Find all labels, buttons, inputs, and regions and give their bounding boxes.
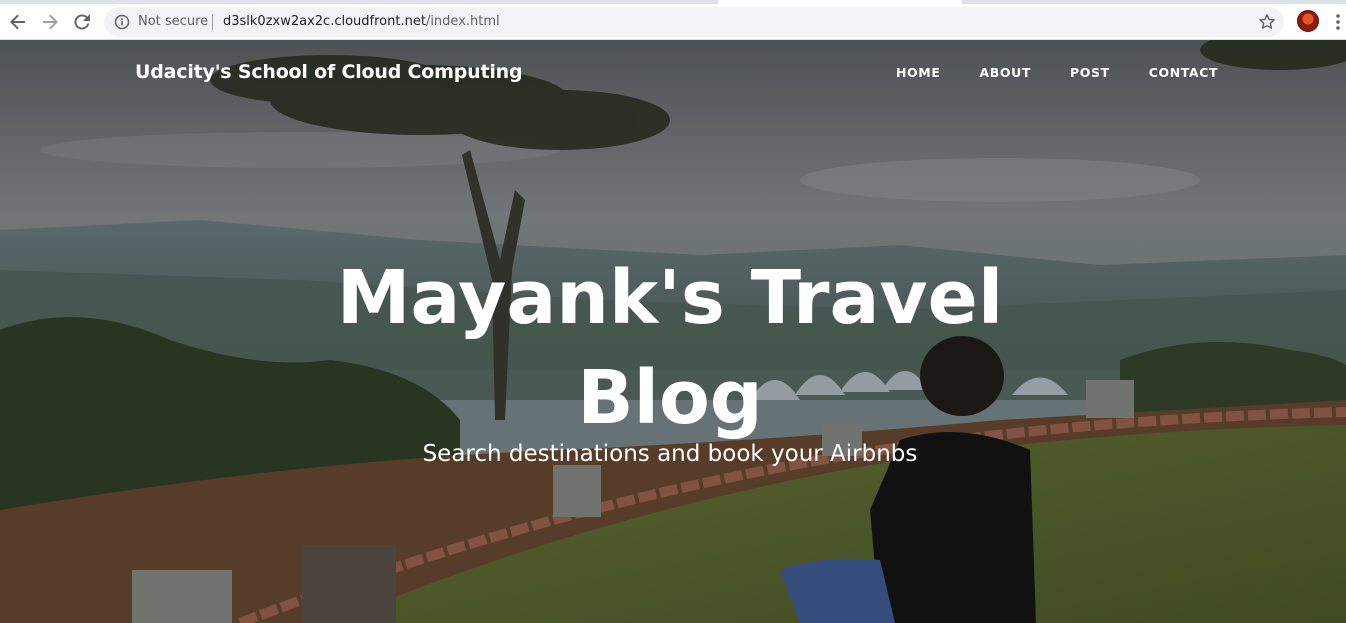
nav-about-link[interactable]: ABOUT <box>979 65 1031 80</box>
main-nav: HOME ABOUT POST CONTACT <box>896 65 1218 80</box>
security-label[interactable]: Not secure <box>138 14 208 29</box>
url-text[interactable]: d3slk0zxw2ax2c.cloudfront.net/index.html <box>223 14 500 29</box>
hero-title-line-2: Blog <box>577 355 763 441</box>
nav-home-link[interactable]: HOME <box>896 65 940 80</box>
profile-avatar[interactable] <box>1297 10 1319 32</box>
browser-toolbar: Not secure d3slk0zxw2ax2c.cloudfront.net… <box>0 4 1346 40</box>
hero-section: Udacity's School of Cloud Computing HOME… <box>0 40 1346 623</box>
hero-subtitle: Search destinations and book your Airbnb… <box>422 441 918 467</box>
url-host: d3slk0zxw2ax2c.cloudfront.net <box>223 14 426 29</box>
address-bar[interactable]: Not secure d3slk0zxw2ax2c.cloudfront.net… <box>104 7 1284 37</box>
back-icon[interactable] <box>6 10 30 34</box>
url-path: /index.html <box>425 14 500 29</box>
omnibox-divider <box>212 14 213 30</box>
nav-contact-link[interactable]: CONTACT <box>1149 65 1218 80</box>
nav-post-link[interactable]: POST <box>1070 65 1110 80</box>
site-brand-link[interactable]: Udacity's School of Cloud Computing <box>135 61 523 83</box>
star-icon[interactable] <box>1258 13 1276 31</box>
hero-title: Mayank's Travel Blog <box>0 248 1346 448</box>
forward-icon[interactable] <box>38 10 62 34</box>
menu-icon[interactable] <box>1332 12 1344 32</box>
reload-icon[interactable] <box>70 10 94 34</box>
info-icon[interactable] <box>114 14 130 30</box>
hero-title-line-1: Mayank's Travel <box>336 255 1004 341</box>
